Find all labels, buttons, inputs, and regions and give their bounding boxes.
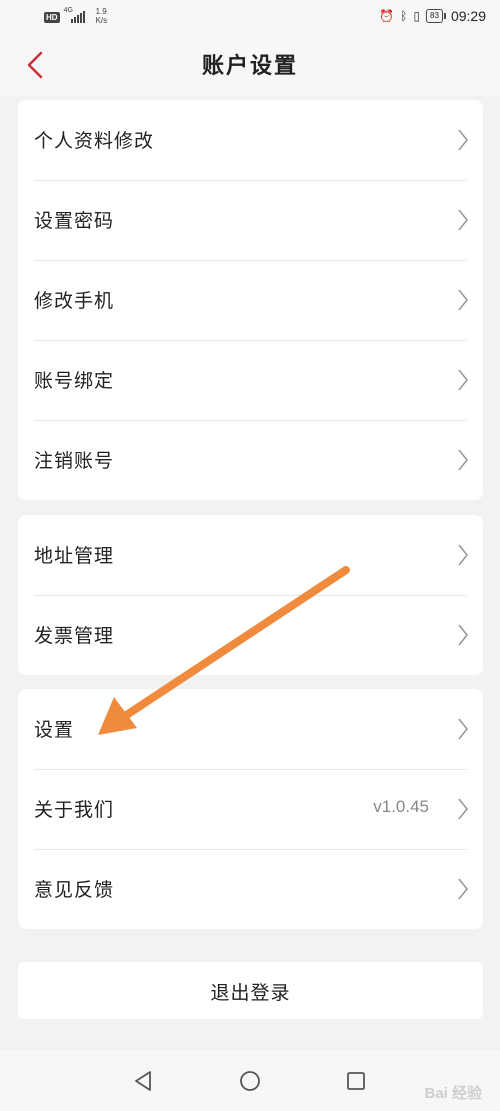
signal-icon: 4G	[64, 7, 90, 25]
menu-item-label: 设置	[34, 719, 75, 741]
menu-item-settings[interactable]: 设置	[18, 689, 483, 769]
status-left: HD 4G 1.9 K/s	[44, 7, 107, 29]
menu-item-label: 设置密码	[34, 210, 115, 232]
bluetooth-icon: ᛒ	[400, 9, 408, 23]
system-nav-bar: Bai 经验	[0, 1050, 500, 1111]
vibrate-icon: ▯	[413, 9, 421, 23]
menu-item-invoice-management[interactable]: 发票管理	[18, 595, 483, 675]
menu-item-label: 注销账号	[34, 450, 115, 472]
chevron-right-icon	[458, 878, 469, 900]
menu-item-label: 账号绑定	[34, 370, 115, 392]
menu-item-account-binding[interactable]: 账号绑定	[18, 340, 483, 420]
chevron-right-icon	[458, 624, 469, 646]
network-speed: 1.9 K/s	[96, 7, 108, 25]
status-right: ⏰ ᛒ ▯ 83 09:29	[379, 8, 486, 24]
chevron-right-icon	[458, 798, 469, 820]
menu-item-label: 修改手机	[34, 290, 115, 312]
menu-item-feedback[interactable]: 意见反馈	[18, 849, 483, 929]
nav-back-icon[interactable]	[132, 1070, 154, 1092]
app-version: v1.0.45	[373, 797, 429, 816]
menu-item-profile-edit[interactable]: 个人资料修改	[18, 100, 483, 180]
nav-home-icon[interactable]	[239, 1070, 261, 1092]
chevron-right-icon	[458, 369, 469, 391]
status-bar: HD 4G 1.9 K/s ⏰ ᛒ ▯ 83 09:29	[0, 0, 500, 34]
menu-item-label: 个人资料修改	[34, 130, 155, 152]
menu-item-about-us[interactable]: 关于我们 v1.0.45	[18, 769, 483, 849]
chevron-right-icon	[458, 129, 469, 151]
nav-bar: 账户设置	[0, 34, 500, 96]
settings-group-management: 地址管理 发票管理	[18, 515, 483, 675]
menu-item-label: 意见反馈	[34, 879, 115, 901]
page-title: 账户设置	[201, 54, 298, 79]
logout-label: 退出登录	[210, 982, 291, 1004]
clock: 09:29	[450, 8, 486, 24]
hd-badge: HD	[44, 12, 60, 23]
menu-item-address-management[interactable]: 地址管理	[18, 515, 483, 595]
settings-group-app: 设置 关于我们 v1.0.45 意见反馈	[18, 689, 483, 929]
chevron-right-icon	[458, 718, 469, 740]
battery-icon: 83	[426, 9, 446, 23]
chevron-right-icon	[458, 544, 469, 566]
logout-button[interactable]: 退出登录	[18, 962, 483, 1019]
chevron-right-icon	[458, 209, 469, 231]
speed-value: 1.9	[95, 7, 107, 16]
menu-item-set-password[interactable]: 设置密码	[18, 180, 483, 260]
chevron-right-icon	[458, 449, 469, 471]
alarm-icon: ⏰	[379, 9, 395, 23]
menu-item-delete-account[interactable]: 注销账号	[18, 420, 483, 500]
menu-item-change-phone[interactable]: 修改手机	[18, 260, 483, 340]
settings-group-account: 个人资料修改 设置密码 修改手机 账号绑定 注销账号	[18, 100, 483, 500]
watermark-logo: Bai 经验	[424, 1085, 482, 1102]
nav-recents-icon[interactable]	[345, 1070, 367, 1092]
menu-item-label: 关于我们	[34, 799, 115, 821]
chevron-right-icon	[458, 289, 469, 311]
menu-item-label: 地址管理	[34, 545, 115, 567]
speed-unit: K/s	[95, 16, 108, 25]
menu-item-label: 发票管理	[34, 625, 115, 647]
